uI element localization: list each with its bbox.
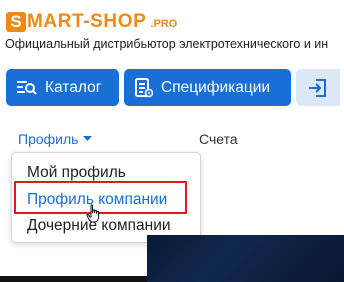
profile-menu-toggle[interactable]: Профиль: [18, 131, 93, 147]
hand-cursor-icon: [86, 204, 102, 229]
specification-document-icon: [135, 77, 153, 98]
catalog-button-label: Каталог: [45, 78, 102, 96]
specifications-button[interactable]: Спецификации: [124, 69, 291, 106]
profile-tab-label: Профиль: [18, 131, 79, 147]
login-button[interactable]: [296, 69, 340, 106]
menu-item-my-profile[interactable]: Мой профиль: [27, 164, 126, 182]
page-bottom-edge: [0, 276, 147, 282]
logo-suffix: .PRO: [150, 17, 178, 30]
site-tagline: Официальный дистрибьютор электротехничес…: [5, 37, 329, 51]
site-logo[interactable]: S MART-SHOP .PRO: [6, 11, 177, 33]
specifications-button-label: Спецификации: [161, 78, 271, 96]
login-arrow-icon: [307, 77, 329, 99]
promo-banner[interactable]: [147, 235, 344, 282]
catalog-search-icon: [17, 80, 37, 96]
logo-name: MART-SHOP: [27, 11, 147, 32]
logo-mark: S: [6, 12, 26, 32]
caret-down-icon: [83, 136, 93, 142]
catalog-button[interactable]: Каталог: [6, 69, 119, 106]
bills-tab[interactable]: Счета: [199, 131, 238, 147]
